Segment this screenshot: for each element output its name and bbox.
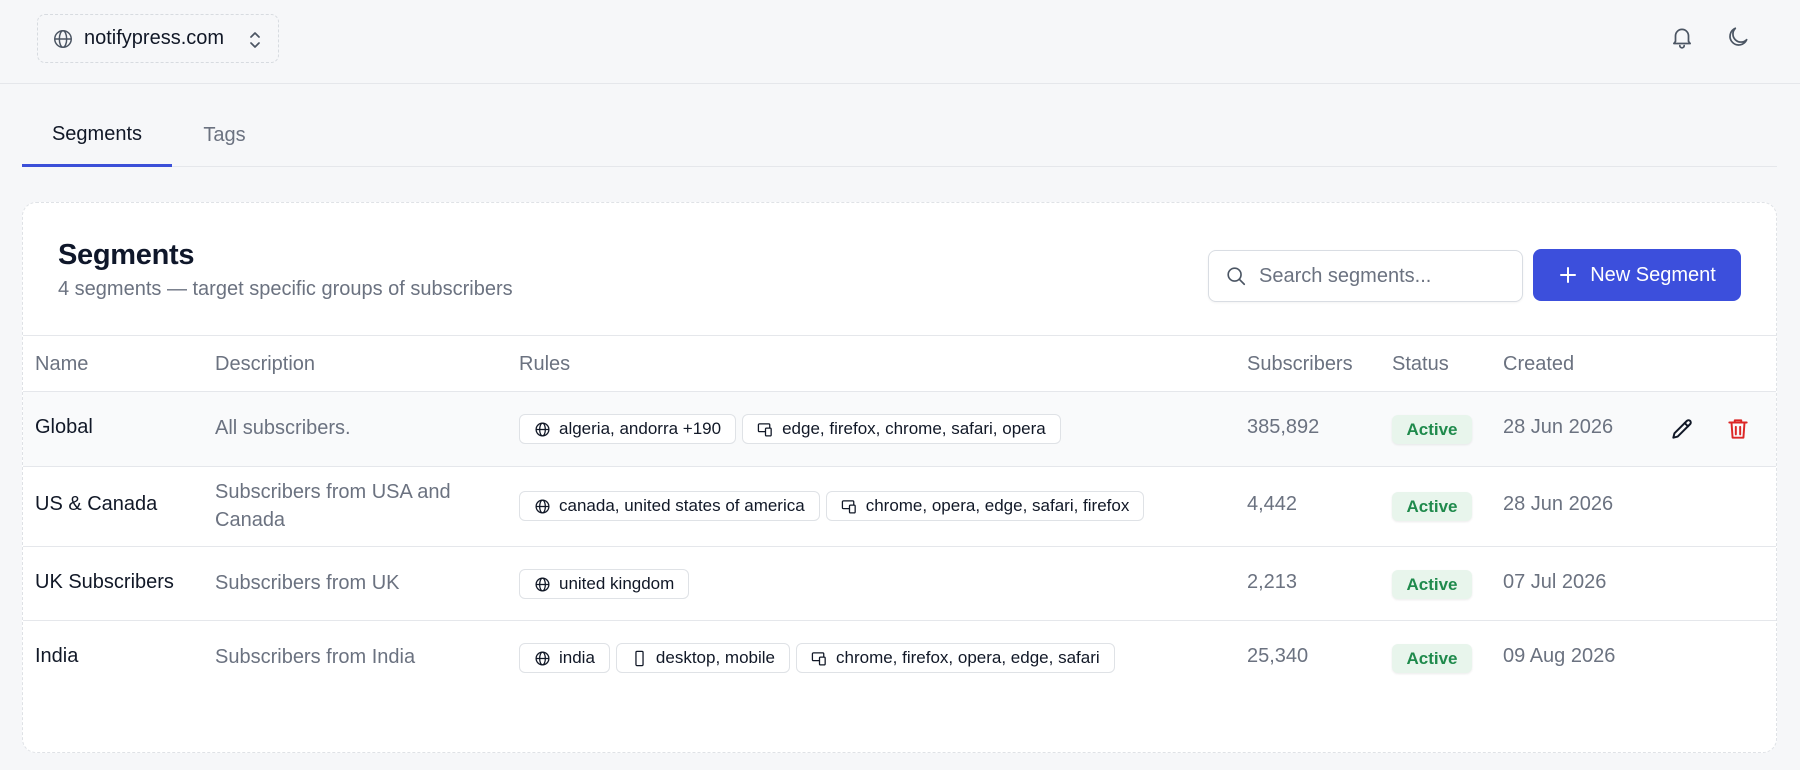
browser-icon bbox=[811, 651, 826, 666]
created-date: 28 Jun 2026 bbox=[1503, 493, 1614, 515]
table-header: Name Description Rules Subscribers Statu… bbox=[23, 335, 1776, 392]
segment-name[interactable]: US & Canada bbox=[35, 493, 157, 516]
chevron-up-down-icon bbox=[250, 32, 260, 48]
device-icon bbox=[635, 650, 644, 666]
header-rules: Rules bbox=[519, 353, 571, 375]
segment-description: Subscribers from USA and Canada bbox=[215, 481, 451, 531]
moon-icon[interactable] bbox=[1725, 24, 1751, 50]
segment-name[interactable]: UK Subscribers bbox=[35, 571, 174, 594]
rule-pill: desktop, mobile bbox=[615, 643, 790, 673]
rule-pill: united kingdom bbox=[519, 569, 690, 599]
segments-card: Segments 4 segments — target specific gr… bbox=[22, 202, 1777, 753]
rule-text: chrome, firefox, opera, edge, safari bbox=[836, 648, 1100, 667]
segment-name[interactable]: Global bbox=[35, 416, 93, 439]
browser-icon bbox=[757, 422, 772, 437]
site-name: notifypress.com bbox=[84, 27, 225, 49]
table-row[interactable]: US & Canada Subscribers from USA and Can… bbox=[23, 467, 1776, 547]
segment-description: Subscribers from UK bbox=[215, 572, 400, 594]
rule-text: algeria, andorra +190 bbox=[559, 419, 722, 438]
globe-icon bbox=[535, 576, 550, 592]
header-status[interactable]: Status bbox=[1392, 353, 1449, 376]
edit-icon[interactable] bbox=[1669, 416, 1695, 442]
segment-rules: united kingdom bbox=[519, 569, 690, 599]
globe-icon bbox=[54, 29, 72, 48]
segment-name[interactable]: India bbox=[35, 645, 78, 668]
rule-text: desktop, mobile bbox=[655, 648, 775, 667]
tab-tags[interactable]: Tags bbox=[172, 104, 277, 167]
browser-icon bbox=[841, 499, 856, 514]
search-icon bbox=[1227, 267, 1246, 286]
subscriber-count: 2,213 bbox=[1247, 571, 1298, 593]
card-title: Segments bbox=[58, 239, 195, 271]
globe-icon bbox=[535, 421, 550, 437]
created-date: 07 Jul 2026 bbox=[1503, 571, 1607, 593]
new-segment-label: New Segment bbox=[1590, 263, 1716, 286]
status-badge: Active bbox=[1392, 570, 1472, 599]
segment-description: All subscribers. bbox=[215, 417, 351, 439]
rule-text: chrome, opera, edge, safari, firefox bbox=[865, 496, 1130, 515]
new-segment-button[interactable]: New Segment bbox=[1533, 249, 1741, 301]
bell-icon[interactable] bbox=[1669, 24, 1695, 50]
segment-rules: india desktop, mobile chrome, firefox, o… bbox=[519, 643, 1115, 673]
header-description: Description bbox=[215, 353, 316, 375]
header-created[interactable]: Created bbox=[1503, 353, 1574, 376]
rule-pill: chrome, opera, edge, safari, firefox bbox=[825, 491, 1145, 521]
top-bar: notifypress.com bbox=[0, 0, 1800, 84]
rule-text: edge, firefox, chrome, safari, opera bbox=[782, 419, 1046, 438]
subscriber-count: 4,442 bbox=[1247, 493, 1298, 515]
plus-icon bbox=[1560, 267, 1577, 283]
search-box[interactable] bbox=[1208, 250, 1523, 302]
card-subtitle: 4 segments — target specific groups of s… bbox=[58, 278, 513, 300]
table-row[interactable]: UK Subscribers Subscribers from UK unite… bbox=[23, 547, 1776, 621]
tab-bar: Segments Tags bbox=[22, 104, 1777, 167]
table-row[interactable]: Global All subscribers. algeria, andorra… bbox=[23, 392, 1776, 467]
status-badge: Active bbox=[1392, 415, 1472, 444]
site-switcher[interactable]: notifypress.com bbox=[37, 14, 279, 63]
status-badge: Active bbox=[1392, 492, 1472, 521]
subscriber-count: 385,892 bbox=[1247, 416, 1320, 438]
tab-segments[interactable]: Segments bbox=[22, 104, 172, 167]
segment-rules: canada, united states of america chrome,… bbox=[519, 491, 1145, 521]
segment-rules: algeria, andorra +190 edge, firefox, chr… bbox=[519, 414, 1061, 444]
table-row[interactable]: India Subscribers from India india deskt… bbox=[23, 621, 1776, 695]
rule-text: canada, united states of america bbox=[559, 496, 805, 515]
rule-pill: algeria, andorra +190 bbox=[519, 414, 737, 444]
search-input[interactable] bbox=[1259, 264, 1509, 288]
rule-pill: edge, firefox, chrome, safari, opera bbox=[742, 414, 1061, 444]
rule-pill: chrome, firefox, opera, edge, safari bbox=[796, 643, 1115, 673]
rule-text: united kingdom bbox=[559, 574, 675, 593]
rule-pill: india bbox=[519, 643, 610, 673]
trash-icon[interactable] bbox=[1725, 416, 1751, 442]
created-date: 09 Aug 2026 bbox=[1503, 645, 1616, 667]
globe-icon bbox=[535, 498, 550, 514]
segment-description: Subscribers from India bbox=[215, 646, 416, 668]
rule-text: india bbox=[559, 648, 595, 667]
status-badge: Active bbox=[1392, 644, 1472, 673]
header-name[interactable]: Name bbox=[35, 353, 88, 376]
rule-pill: canada, united states of america bbox=[519, 491, 820, 521]
subscriber-count: 25,340 bbox=[1247, 645, 1309, 667]
globe-icon bbox=[535, 650, 550, 666]
header-subscribers[interactable]: Subscribers bbox=[1247, 353, 1353, 376]
created-date: 28 Jun 2026 bbox=[1503, 416, 1614, 438]
